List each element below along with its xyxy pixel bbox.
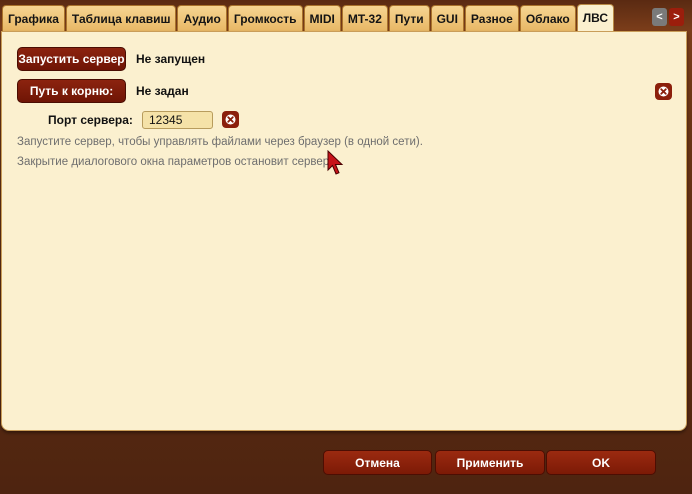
tab-scroll-left-button[interactable]: < (652, 8, 667, 26)
port-label: Порт сервера: (48, 113, 133, 127)
root-path-button[interactable]: Путь к корню: (17, 79, 126, 103)
root-path-value: Не задан (136, 84, 189, 98)
apply-button[interactable]: Применить (435, 450, 545, 475)
ok-button[interactable]: OK (546, 450, 656, 475)
tab-graphics[interactable]: Графика (2, 5, 65, 31)
close-icon (658, 86, 669, 97)
tab-cloud[interactable]: Облако (519, 5, 576, 31)
start-server-button[interactable]: Запустить сервер (17, 47, 126, 71)
tab-bar: Графика Таблица клавиш Аудио Громкость M… (2, 4, 690, 31)
cancel-button[interactable]: Отмена (323, 450, 432, 475)
port-input[interactable] (142, 111, 213, 129)
hint-line-2: Закрытие диалогового окна параметров ост… (17, 156, 333, 168)
tab-volume[interactable]: Громкость (227, 5, 303, 31)
mouse-cursor-icon (327, 150, 344, 175)
tab-gui[interactable]: GUI (430, 5, 464, 31)
tab-lan[interactable]: ЛВС (576, 4, 615, 31)
clear-root-path-button[interactable] (655, 83, 672, 100)
clear-port-button[interactable] (222, 111, 239, 128)
server-status: Не запущен (136, 52, 206, 66)
tab-keymap[interactable]: Таблица клавиш (65, 5, 177, 31)
tab-misc[interactable]: Разное (464, 5, 519, 31)
tab-scroll-right-button[interactable]: > (669, 8, 684, 26)
tab-midi[interactable]: MIDI (303, 5, 341, 31)
tab-paths[interactable]: Пути (388, 5, 430, 31)
tab-mt32[interactable]: MT-32 (341, 5, 388, 31)
close-icon (225, 114, 236, 125)
tab-audio[interactable]: Аудио (177, 5, 227, 31)
hint-line-1: Запустите сервер, чтобы управлять файлам… (17, 136, 423, 148)
